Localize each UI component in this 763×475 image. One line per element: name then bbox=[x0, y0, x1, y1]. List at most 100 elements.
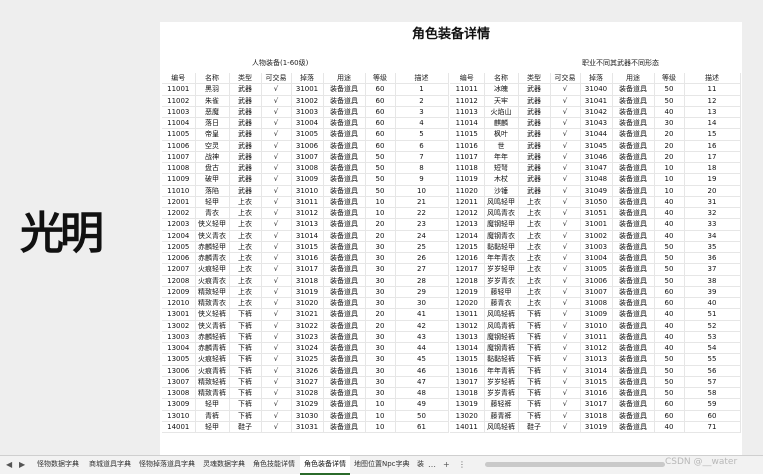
table-cell[interactable]: 武器 bbox=[518, 106, 551, 119]
table-cell[interactable]: 12019 bbox=[450, 286, 485, 299]
table-cell[interactable]: 20 bbox=[365, 308, 396, 321]
table-cell[interactable]: 13014 bbox=[450, 342, 485, 355]
table-cell[interactable]: 31017 bbox=[291, 263, 324, 276]
table-cell[interactable]: 装备道具 bbox=[612, 218, 655, 231]
table-cell[interactable]: 武器 bbox=[229, 185, 262, 197]
table-cell[interactable]: 装备道具 bbox=[323, 230, 366, 242]
table-cell[interactable]: 31028 bbox=[291, 387, 324, 400]
table-cell[interactable]: 13019 bbox=[450, 398, 485, 411]
table-cell[interactable]: 装备道具 bbox=[323, 241, 366, 254]
table-cell[interactable]: √ bbox=[261, 151, 292, 164]
table-cell[interactable]: 恶魔 bbox=[195, 106, 230, 119]
table-cell[interactable]: 下裤 bbox=[518, 410, 551, 422]
table-cell[interactable]: 31008 bbox=[291, 162, 324, 175]
table-cell[interactable]: 上衣 bbox=[229, 241, 262, 254]
table-cell[interactable]: √ bbox=[261, 83, 292, 96]
table-cell[interactable]: 11 bbox=[684, 83, 741, 96]
table-cell[interactable]: 31051 bbox=[580, 207, 613, 220]
table-cell[interactable]: 31009 bbox=[291, 173, 324, 186]
table-cell[interactable]: √ bbox=[550, 106, 581, 119]
table-cell[interactable]: 50 bbox=[654, 241, 685, 254]
table-cell[interactable]: 年年青衣 bbox=[484, 252, 519, 265]
table-cell[interactable]: 51 bbox=[684, 308, 741, 321]
table-cell[interactable]: 50 bbox=[365, 151, 396, 164]
table-cell[interactable]: 30 bbox=[365, 241, 396, 254]
table-cell[interactable]: 50 bbox=[395, 410, 449, 422]
table-cell[interactable]: 50 bbox=[654, 275, 685, 287]
table-cell[interactable]: 31012 bbox=[580, 342, 613, 355]
table-cell[interactable]: √ bbox=[261, 275, 292, 287]
table-cell[interactable]: √ bbox=[550, 95, 581, 107]
table-cell[interactable]: 31025 bbox=[291, 353, 324, 366]
table-cell[interactable]: 50 bbox=[365, 173, 396, 186]
table-cell[interactable]: 装备道具 bbox=[612, 83, 655, 96]
column-header[interactable]: 用途 bbox=[612, 73, 655, 85]
table-cell[interactable]: 61 bbox=[395, 421, 449, 434]
table-cell[interactable]: 20 bbox=[365, 230, 396, 242]
table-cell[interactable]: 上衣 bbox=[518, 275, 551, 287]
table-cell[interactable]: 33 bbox=[684, 218, 741, 231]
table-cell[interactable]: 25 bbox=[395, 241, 449, 254]
more-tabs-icon[interactable]: … bbox=[428, 456, 436, 473]
column-header[interactable]: 等级 bbox=[654, 73, 685, 85]
table-cell[interactable]: 下裤 bbox=[229, 365, 262, 377]
table-cell[interactable]: √ bbox=[261, 218, 292, 231]
table-cell[interactable]: 下裤 bbox=[229, 353, 262, 366]
table-cell[interactable]: 56 bbox=[684, 365, 741, 377]
table-cell[interactable]: 39 bbox=[684, 286, 741, 299]
table-cell[interactable]: 40 bbox=[654, 308, 685, 321]
table-cell[interactable]: √ bbox=[261, 173, 292, 186]
table-cell[interactable]: 12012 bbox=[450, 207, 485, 220]
table-cell[interactable]: 11003 bbox=[162, 106, 196, 119]
table-cell[interactable]: 50 bbox=[365, 185, 396, 197]
table-cell[interactable]: √ bbox=[550, 320, 581, 332]
column-header[interactable]: 等级 bbox=[365, 73, 396, 85]
table-cell[interactable]: 43 bbox=[395, 331, 449, 344]
table-cell[interactable]: 12010 bbox=[162, 297, 196, 310]
table-cell[interactable]: 48 bbox=[395, 387, 449, 400]
table-cell[interactable]: 下裤 bbox=[518, 331, 551, 344]
table-cell[interactable]: √ bbox=[550, 185, 581, 197]
table-cell[interactable]: 武器 bbox=[518, 95, 551, 107]
table-cell[interactable]: 上衣 bbox=[518, 196, 551, 209]
table-cell[interactable]: 31016 bbox=[291, 252, 324, 265]
table-cell[interactable]: 装备道具 bbox=[612, 308, 655, 321]
table-cell[interactable]: 魔钢轻裤 bbox=[484, 331, 519, 344]
table-cell[interactable]: 11011 bbox=[450, 83, 485, 96]
table-cell[interactable]: 轻甲 bbox=[195, 421, 230, 434]
table-cell[interactable]: 59 bbox=[684, 398, 741, 411]
table-cell[interactable]: 17 bbox=[684, 151, 741, 164]
table-cell[interactable]: 装备道具 bbox=[323, 95, 366, 107]
table-cell[interactable]: 装备道具 bbox=[612, 365, 655, 377]
spreadsheet-area[interactable]: 角色装备详情 人物装备(1-60级) 职业不同其武器不同形态 编号 名称 类型 可交易… bbox=[160, 22, 742, 455]
table-cell[interactable]: 11020 bbox=[450, 185, 485, 197]
table-cell[interactable]: 装备道具 bbox=[323, 365, 366, 377]
sheet-tab[interactable]: 装 bbox=[413, 456, 428, 473]
table-cell[interactable]: 魔钢轻甲 bbox=[484, 218, 519, 231]
table-cell[interactable]: 46 bbox=[395, 365, 449, 377]
table-cell[interactable]: 下裤 bbox=[518, 320, 551, 332]
sheet-tab[interactable]: 灵魂数据字典 bbox=[199, 456, 249, 473]
table-cell[interactable]: √ bbox=[550, 218, 581, 231]
table-cell[interactable]: 装备道具 bbox=[323, 410, 366, 422]
table-cell[interactable]: 60 bbox=[365, 95, 396, 107]
table-cell[interactable]: 30 bbox=[365, 387, 396, 400]
table-cell[interactable]: 11017 bbox=[450, 151, 485, 164]
table-cell[interactable]: 帝皇 bbox=[195, 128, 230, 141]
table-cell[interactable]: 空灵 bbox=[195, 140, 230, 152]
table-cell[interactable]: 11005 bbox=[162, 128, 196, 141]
table-cell[interactable]: 13018 bbox=[450, 387, 485, 400]
table-cell[interactable]: 装备道具 bbox=[612, 173, 655, 186]
table-cell[interactable]: 轻甲 bbox=[195, 196, 230, 209]
table-cell[interactable]: 40 bbox=[654, 207, 685, 220]
table-cell[interactable]: 黑羽 bbox=[195, 83, 230, 96]
table-cell[interactable]: 下裤 bbox=[229, 398, 262, 411]
table-cell[interactable]: 装备道具 bbox=[612, 398, 655, 411]
table-cell[interactable]: √ bbox=[261, 207, 292, 220]
table-cell[interactable]: 装备道具 bbox=[323, 128, 366, 141]
table-cell[interactable]: 装备道具 bbox=[323, 421, 366, 434]
table-cell[interactable]: 12002 bbox=[162, 207, 196, 220]
table-cell[interactable]: 上衣 bbox=[229, 207, 262, 220]
table-cell[interactable]: 44 bbox=[395, 342, 449, 355]
table-cell[interactable]: √ bbox=[550, 410, 581, 422]
